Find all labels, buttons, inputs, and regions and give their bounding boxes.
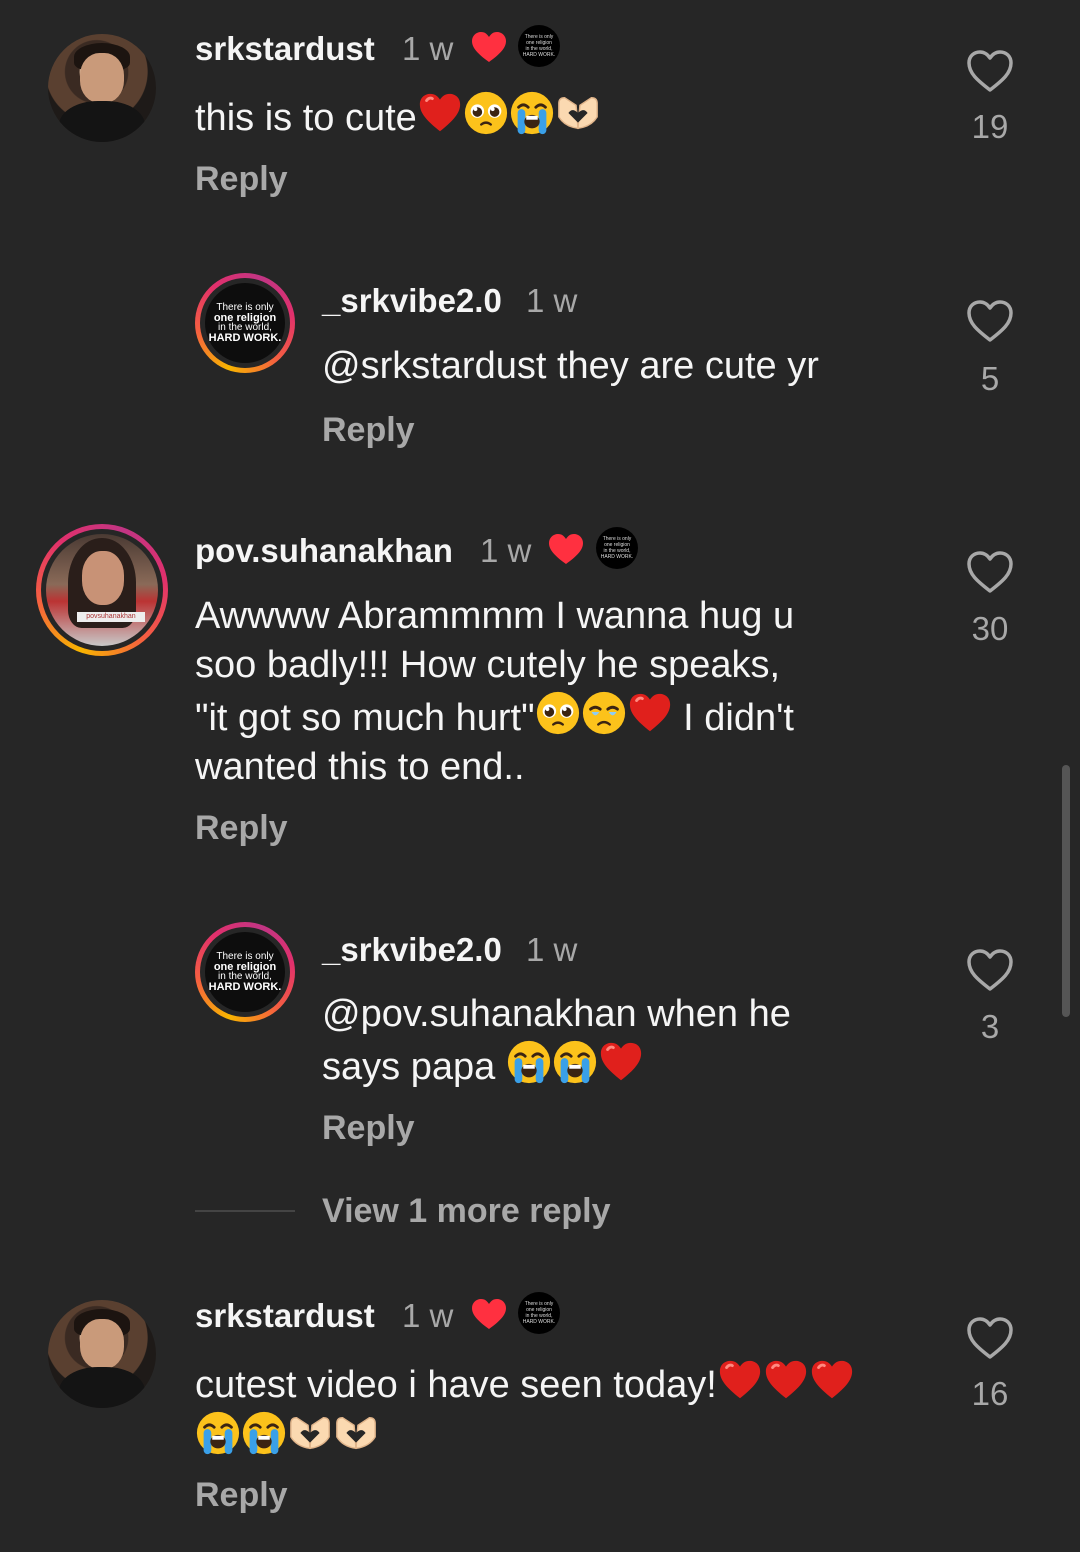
crying-face-emoji-icon (506, 1039, 552, 1085)
crying-face-emoji-icon (552, 1039, 598, 1085)
comment-text-line2 (195, 1410, 935, 1463)
like-count: 19 (971, 108, 1009, 145)
avatar-face (80, 53, 124, 104)
comment-text-line4: wanted this to end.. (195, 746, 525, 788)
timestamp: 1 w (480, 532, 532, 569)
avatar-body (58, 1366, 146, 1408)
like-heart-icon[interactable] (965, 48, 1015, 94)
reply-button[interactable]: Reply (195, 160, 288, 199)
comment-text: @srkstardust they are cute yr (322, 345, 819, 387)
comment-text-line1: Awwww Abrammmm I wanna hug u (195, 595, 795, 637)
comment-text-line1: @pov.suhanakhan when he (322, 993, 791, 1035)
creator-liked-heart-icon (470, 1297, 508, 1331)
pleading-face-emoji-icon (535, 690, 581, 736)
view-more-replies-button[interactable]: View 1 more reply (322, 1192, 611, 1231)
username[interactable]: pov.suhanakhan (195, 532, 453, 570)
like-heart-icon[interactable] (965, 549, 1015, 595)
avatar[interactable] (48, 1300, 156, 1408)
timestamp: 1 w (526, 931, 578, 968)
holding-back-tears-emoji-icon (581, 690, 627, 736)
avatar-body (58, 100, 146, 142)
scrollbar[interactable] (1062, 765, 1070, 1017)
comment-text-quote: "it got so much hurt" (195, 697, 535, 739)
creator-avatar-mini: There is only one religion in the world,… (596, 527, 638, 569)
reply-button[interactable]: Reply (195, 809, 288, 848)
avatar[interactable]: There is only one religion in the world,… (195, 922, 295, 1022)
avatar-caption: povsuhanakhan (77, 612, 145, 623)
logo-line4: HARD WORK. (522, 1319, 556, 1325)
timestamp: 1 w (402, 30, 454, 67)
username[interactable]: _srkvibe2.0 (322, 931, 502, 969)
comment-text: Awwww Abrammmm I wanna hug u soo badly!!… (195, 592, 915, 792)
like-heart-icon[interactable] (965, 947, 1015, 993)
avatar[interactable] (48, 34, 156, 142)
username[interactable]: srkstardust (195, 30, 375, 68)
avatar[interactable]: povsuhanakhan (36, 524, 168, 656)
logo-line4: HARD WORK. (522, 52, 556, 58)
username[interactable]: srkstardust (195, 1297, 375, 1335)
comment-text-line2: soo badly!!! How cutely he speaks, (195, 644, 781, 686)
view-more-divider (195, 1210, 295, 1212)
red-heart-emoji-icon (598, 1039, 644, 1085)
comment-text-body: says papa (322, 1046, 506, 1088)
reply-button[interactable]: Reply (322, 1109, 415, 1148)
reply-button[interactable]: Reply (195, 1476, 288, 1515)
crying-face-emoji-icon (241, 1410, 287, 1456)
like-heart-icon[interactable] (965, 298, 1015, 344)
comment-text: this is to cute (195, 90, 601, 143)
like-count: 5 (980, 360, 1000, 397)
logo-line4: HARD WORK. (600, 554, 634, 560)
red-heart-emoji-icon (627, 690, 673, 736)
red-heart-emoji-icon (763, 1357, 809, 1403)
username[interactable]: _srkvibe2.0 (322, 282, 502, 320)
crying-face-emoji-icon (195, 1410, 241, 1456)
creator-avatar-mini: There is only one religion in the world,… (518, 1292, 560, 1334)
heart-hands-emoji-icon (287, 1410, 333, 1456)
reply-button[interactable]: Reply (322, 411, 415, 450)
avatar-logo: There is only one religion in the world,… (205, 932, 285, 1012)
avatar-face (80, 1319, 124, 1370)
avatar-photo: povsuhanakhan (46, 534, 158, 646)
like-count: 3 (980, 1008, 1000, 1045)
crying-face-emoji-icon (509, 90, 555, 136)
avatar-face (81, 550, 125, 605)
creator-liked-heart-icon (470, 30, 508, 64)
timestamp: 1 w (526, 282, 578, 319)
red-heart-emoji-icon (717, 1357, 763, 1403)
logo-line4: HARD WORK. (208, 981, 282, 993)
like-count: 16 (971, 1375, 1009, 1412)
comment-text-body: this is to cute (195, 97, 417, 139)
logo-line4: HARD WORK. (208, 332, 282, 344)
comment-text: cutest video i have seen today! (195, 1357, 935, 1463)
comment-text-body: cutest video i have seen today! (195, 1364, 717, 1406)
red-heart-emoji-icon (417, 90, 463, 136)
comment-text-tail: I didn't (672, 697, 794, 739)
like-heart-icon[interactable] (965, 1315, 1015, 1361)
red-heart-emoji-icon (809, 1357, 855, 1403)
creator-avatar-mini: There is only one religion in the world,… (518, 25, 560, 67)
comment-text: @pov.suhanakhan when he says papa (322, 990, 922, 1092)
creator-liked-heart-icon (547, 532, 585, 566)
heart-hands-emoji-icon (555, 90, 601, 136)
avatar[interactable]: There is only one religion in the world,… (195, 273, 295, 373)
timestamp: 1 w (402, 1297, 454, 1334)
like-count: 30 (971, 610, 1009, 647)
heart-hands-emoji-icon (333, 1410, 379, 1456)
comment-text-line2: says papa (322, 1039, 922, 1092)
avatar-logo: There is only one religion in the world,… (205, 283, 285, 363)
pleading-face-emoji-icon (463, 90, 509, 136)
comment-text-line3: "it got so much hurt" I didn't (195, 690, 915, 743)
comment-text-line1: cutest video i have seen today! (195, 1357, 935, 1410)
